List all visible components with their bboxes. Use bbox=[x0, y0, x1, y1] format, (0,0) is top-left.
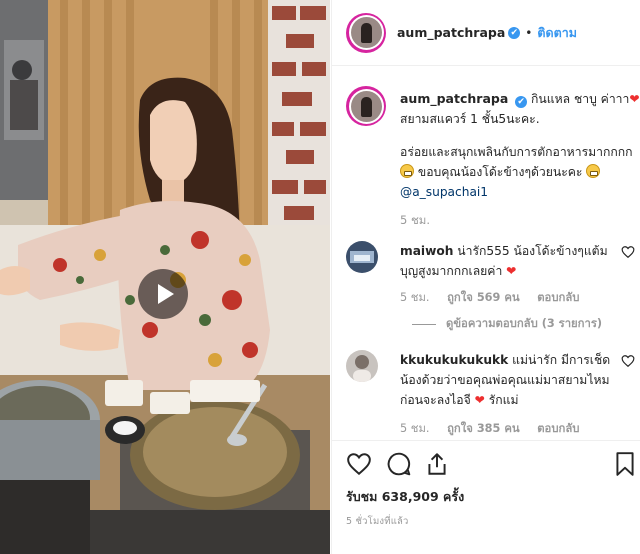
caption-timestamp[interactable]: 5 ชม. bbox=[400, 212, 430, 230]
commenter-avatar-image bbox=[346, 241, 378, 273]
view-replies-label: ดูข้อความตอบกลับ (3 รายการ) bbox=[446, 317, 603, 330]
caption-mention-link[interactable]: @a_supachai1 bbox=[400, 185, 488, 199]
author-avatar[interactable] bbox=[346, 12, 386, 53]
comment-like-heart-icon[interactable] bbox=[621, 354, 635, 368]
caption-line1-end: สยามสแควร์ 1 ชั้น5นะคะ. bbox=[400, 112, 540, 126]
red-heart-emoji-icon: ❤ bbox=[474, 393, 485, 407]
comment-text: maiwoh น่ารัก555 น้องโด้ะข้างๆแต้มบุญสูง… bbox=[400, 241, 615, 281]
post-time-ago[interactable]: 5 ชั่วโมงที่แล้ว bbox=[346, 514, 409, 529]
commenter-avatar-image bbox=[346, 350, 378, 382]
comment-likes-count[interactable]: ถูกใจ 569 คน bbox=[447, 291, 520, 304]
comment-reply-button[interactable]: ตอบกลับ bbox=[537, 422, 579, 435]
post-side-panel: aum_patchrapa ✔ • ติดตาม aum_patchrapa ✔… bbox=[331, 0, 640, 554]
follow-button[interactable]: ติดตาม bbox=[537, 23, 577, 43]
caption-text: aum_patchrapa ✔ กินแหล ชาบู ค่าาา❤ สยามส… bbox=[400, 89, 640, 202]
comment-icon[interactable] bbox=[386, 451, 412, 477]
caption-line1: กินแหล ชาบู ค่าาา bbox=[531, 92, 630, 106]
replies-divider-line bbox=[412, 323, 436, 325]
caption-author-avatar[interactable] bbox=[346, 86, 386, 126]
view-replies-button[interactable]: ดูข้อความตอบกลับ (3 รายการ) bbox=[412, 314, 602, 332]
comment-time[interactable]: 5 ชม. bbox=[400, 422, 429, 435]
separator-dot: • bbox=[525, 25, 533, 40]
caption-username[interactable]: aum_patchrapa bbox=[400, 91, 508, 106]
commenter-username[interactable]: maiwoh bbox=[400, 244, 453, 258]
comment-like-heart-icon[interactable] bbox=[621, 245, 635, 259]
grin-emoji-icon bbox=[586, 164, 601, 178]
comment-likes-count[interactable]: ถูกใจ 385 คน bbox=[447, 422, 520, 435]
post-header: aum_patchrapa ✔ • ติดตาม bbox=[332, 0, 640, 66]
share-icon[interactable] bbox=[424, 451, 450, 477]
caption-line2b: ขอบคุณน้องโด้ะข้างๆด้วยนะคะ bbox=[417, 165, 583, 179]
views-count[interactable]: รับชม 638,909 ครั้ง bbox=[346, 487, 464, 507]
post-video[interactable] bbox=[0, 0, 330, 554]
bookmark-icon[interactable] bbox=[612, 451, 638, 477]
action-icons-row bbox=[346, 451, 636, 481]
verified-badge-icon: ✔ bbox=[515, 96, 528, 108]
comment-text: kkukukukukukk แม่น่ารัก มีการเช็ดน้องด้ว… bbox=[400, 350, 615, 410]
author-username[interactable]: aum_patchrapa bbox=[397, 25, 505, 40]
verified-badge-icon: ✔ bbox=[508, 26, 521, 39]
commenter-avatar[interactable] bbox=[346, 241, 378, 273]
commenter-avatar[interactable] bbox=[346, 350, 378, 382]
grin-emoji-icon bbox=[400, 164, 414, 178]
comment-meta: 5 ชม. ถูกใจ 385 คน ตอบกลับ bbox=[400, 419, 593, 437]
play-button[interactable] bbox=[138, 269, 188, 319]
red-heart-emoji-icon: ❤ bbox=[506, 264, 517, 278]
comment-body-end: รักแม่ bbox=[488, 393, 519, 407]
comment-meta: 5 ชม. ถูกใจ 569 คน ตอบกลับ bbox=[400, 288, 593, 306]
post-header-title: aum_patchrapa ✔ • ติดตาม bbox=[397, 23, 577, 43]
heart-icon[interactable] bbox=[346, 451, 372, 477]
red-heart-emoji-icon: ❤ bbox=[629, 92, 640, 106]
post-actions-section: รับชม 638,909 ครั้ง 5 ชั่วโมงที่แล้ว bbox=[332, 440, 640, 554]
commenter-username[interactable]: kkukukukukukk bbox=[400, 353, 508, 367]
comment-reply-button[interactable]: ตอบกลับ bbox=[537, 291, 579, 304]
caption-line2: อร่อยและสนุกเพลินกับการตักอาหารมากกกก bbox=[400, 145, 633, 159]
comment-time[interactable]: 5 ชม. bbox=[400, 291, 429, 304]
play-icon bbox=[157, 284, 174, 304]
